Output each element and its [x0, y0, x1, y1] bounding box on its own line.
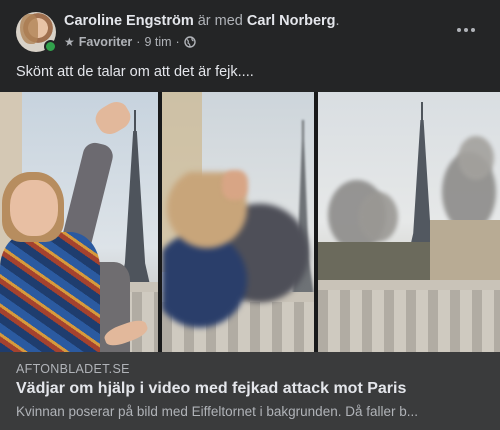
header-period: . — [335, 13, 340, 29]
more-options-button[interactable] — [450, 18, 482, 42]
image-frame-3 — [318, 92, 500, 352]
with-text: är med — [193, 13, 247, 29]
more-dot — [471, 28, 475, 32]
online-status-dot — [44, 40, 57, 53]
meta-separator-2: · — [175, 35, 180, 49]
post-text: Skönt att de talar om att det är fejk...… — [16, 64, 254, 80]
post-header: Caroline Engström är med Carl Norberg. ★… — [0, 0, 500, 62]
image-frame-1 — [0, 92, 158, 352]
more-horizontal-icon — [457, 28, 461, 32]
tagged-person[interactable]: Carl Norberg — [247, 13, 336, 29]
globe-icon — [184, 36, 196, 48]
favorites-label[interactable]: Favoriter — [79, 35, 133, 49]
link-preview-image[interactable] — [0, 92, 500, 352]
link-title[interactable]: Vädjar om hjälp i video med fejkad attac… — [16, 380, 406, 398]
link-preview-info[interactable]: AFTONBLADET.SE Vädjar om hjälp i video m… — [0, 352, 500, 430]
post-header-line: Caroline Engström är med Carl Norberg. — [64, 13, 340, 29]
star-icon: ★ — [64, 35, 75, 49]
post-meta: ★ Favoriter · 9 tim · — [64, 35, 196, 49]
image-frame-2 — [162, 92, 314, 352]
link-description: Kvinnan poserar på bild med Eiffeltornet… — [16, 404, 418, 419]
more-dot — [464, 28, 468, 32]
meta-separator: · — [136, 35, 141, 49]
author-name[interactable]: Caroline Engström — [64, 13, 194, 29]
link-domain: AFTONBLADET.SE — [16, 362, 130, 376]
post-time[interactable]: 9 tim — [144, 35, 171, 49]
